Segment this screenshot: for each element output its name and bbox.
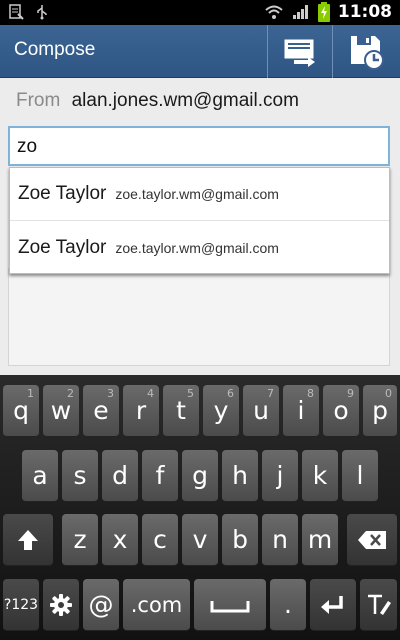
key-hint: 7	[267, 387, 274, 400]
key-label: u	[253, 396, 269, 425]
screen-title: Compose	[14, 39, 96, 60]
settings-key[interactable]	[43, 579, 79, 631]
action-bar: Compose	[0, 25, 400, 78]
suggestion-email: zoe.taylor.wm@gmail.com	[115, 239, 279, 256]
key-label: r	[135, 396, 147, 425]
key-e[interactable]: e3	[83, 385, 119, 437]
key-s[interactable]: s	[62, 450, 98, 502]
status-bar: 11:08	[0, 0, 400, 25]
notepad-icon	[9, 4, 24, 20]
key-v[interactable]: v	[182, 514, 218, 566]
key-hint: 2	[67, 387, 74, 400]
key-label: e	[93, 396, 109, 425]
key-i[interactable]: i8	[283, 385, 319, 437]
key-r[interactable]: r4	[123, 385, 159, 437]
period-key[interactable]: .	[270, 579, 306, 631]
key-g[interactable]: g	[182, 450, 218, 502]
backspace-key[interactable]	[347, 514, 397, 566]
key-t[interactable]: t5	[163, 385, 199, 437]
key-d[interactable]: d	[102, 450, 138, 502]
key-label: i	[297, 396, 305, 425]
usb-icon	[37, 5, 47, 20]
key-label: o	[333, 396, 349, 425]
suggestion-name: Zoe Taylor	[18, 236, 107, 258]
key-p[interactable]: p0	[363, 385, 397, 437]
key-hint: 1	[27, 387, 34, 400]
key-w[interactable]: w2	[43, 385, 79, 437]
key-u[interactable]: u7	[243, 385, 279, 437]
at-key[interactable]: @	[83, 579, 119, 631]
settings-gear-icon	[50, 593, 72, 616]
key-f[interactable]: f	[142, 450, 178, 502]
key-l[interactable]: l	[342, 450, 378, 502]
status-time: 11:08	[337, 2, 392, 22]
key-q[interactable]: q1	[3, 385, 39, 437]
key-o[interactable]: o9	[323, 385, 359, 437]
soft-keyboard: q1 w2 e3 r4 t5 y6 u7 i8 o9 p0 a s d f g …	[0, 375, 400, 640]
key-b[interactable]: b	[222, 514, 258, 566]
dot-com-key[interactable]: .com	[123, 579, 190, 631]
save-draft-button[interactable]	[332, 25, 400, 78]
key-n[interactable]: n	[262, 514, 298, 566]
message-body-field[interactable]	[8, 268, 390, 366]
key-label: y	[213, 396, 229, 425]
space-icon	[210, 600, 250, 612]
key-label: q	[13, 396, 29, 425]
shift-key[interactable]	[3, 514, 53, 566]
key-label: t	[176, 396, 186, 425]
suggestion-email: zoe.taylor.wm@gmail.com	[115, 186, 279, 202]
key-y[interactable]: y6	[203, 385, 239, 437]
contact-suggestion-item[interactable]: Zoe Taylor zoe.taylor.wm@gmail.com	[10, 168, 389, 221]
send-icon	[284, 39, 315, 67]
key-label: p	[372, 396, 388, 425]
key-z[interactable]: z	[62, 514, 98, 566]
contact-suggestion-item[interactable]: Zoe Taylor zoe.taylor.wm@gmail.com	[10, 221, 389, 274]
key-k[interactable]: k	[302, 450, 338, 502]
backspace-icon	[358, 530, 386, 549]
suggestion-name: Zoe Taylor	[18, 183, 107, 204]
from-account[interactable]: alan.jones.wm@gmail.com	[72, 90, 299, 111]
key-c[interactable]: c	[142, 514, 178, 566]
enter-key[interactable]	[310, 579, 356, 631]
key-m[interactable]: m	[302, 514, 338, 566]
symbols-key[interactable]: ?123	[3, 579, 39, 631]
to-recipient-input[interactable]: zo	[8, 126, 390, 166]
key-hint: 5	[187, 387, 194, 400]
key-label: w	[50, 396, 72, 425]
key-hint: 3	[107, 387, 114, 400]
key-x[interactable]: x	[102, 514, 138, 566]
key-j[interactable]: j	[262, 450, 298, 502]
from-row: From alan.jones.wm@gmail.com	[16, 90, 299, 112]
key-hint: 8	[307, 387, 314, 400]
contact-suggestions: Zoe Taylor zoe.taylor.wm@gmail.com Zoe T…	[9, 167, 390, 274]
enter-icon	[321, 595, 343, 614]
shift-icon	[18, 529, 38, 550]
space-key[interactable]	[194, 579, 266, 631]
key-a[interactable]: a	[22, 450, 58, 502]
key-hint: 9	[347, 387, 354, 400]
wifi-icon	[265, 5, 283, 19]
key-hint: 4	[147, 387, 154, 400]
from-label: From	[16, 90, 61, 111]
key-hint: 0	[385, 387, 392, 400]
text-input-icon	[367, 594, 391, 615]
battery-charging-icon	[317, 2, 330, 22]
text-input-key[interactable]	[360, 579, 397, 631]
signal-icon	[292, 5, 308, 19]
save-draft-icon	[350, 35, 384, 70]
key-h[interactable]: h	[222, 450, 258, 502]
send-button[interactable]	[267, 25, 331, 78]
key-hint: 6	[227, 387, 234, 400]
